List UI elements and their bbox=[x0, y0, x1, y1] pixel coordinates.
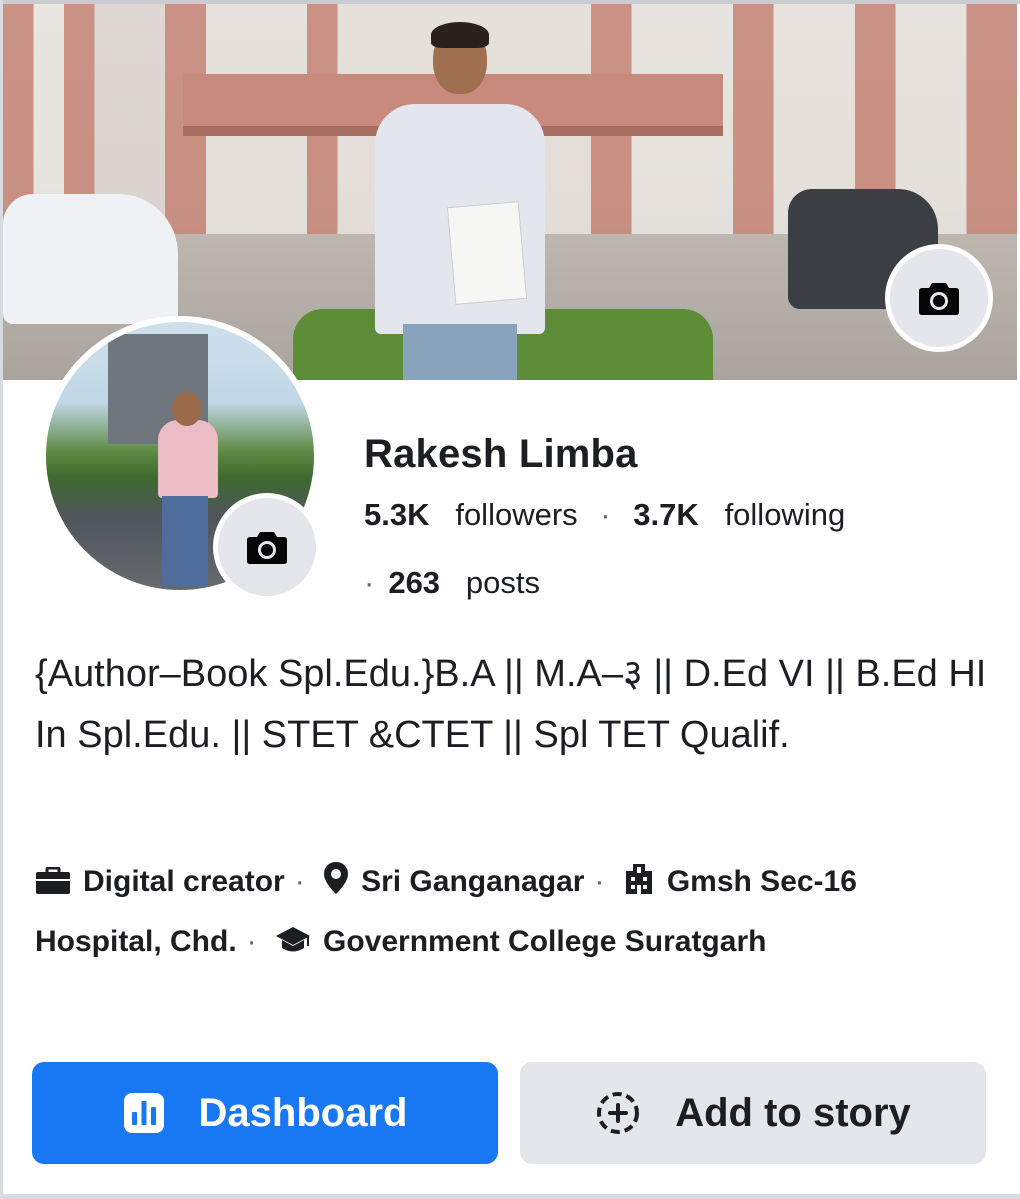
separator-dot: · bbox=[364, 565, 375, 600]
following-count[interactable]: 3.7K bbox=[633, 497, 698, 532]
posts-label[interactable]: posts bbox=[466, 565, 540, 600]
detail-location-text: Sri Ganganagar bbox=[361, 865, 585, 898]
bar-chart-icon bbox=[123, 1092, 165, 1134]
location-pin-icon bbox=[324, 862, 349, 894]
profile-bio: {Author–Book Spl.Edu.}B.A || M.A–३ || D.… bbox=[35, 653, 987, 756]
posts-count[interactable]: 263 bbox=[388, 565, 440, 600]
detail-education[interactable]: Government College Suratgarh bbox=[275, 925, 766, 958]
following-label[interactable]: following bbox=[725, 497, 846, 532]
briefcase-icon bbox=[36, 867, 70, 894]
followers-count[interactable]: 5.3K bbox=[364, 497, 429, 532]
posts-stat: · 263 posts bbox=[364, 565, 540, 601]
separator-dot: · bbox=[246, 925, 257, 958]
building-icon bbox=[625, 864, 652, 894]
graduation-cap-icon bbox=[276, 927, 311, 952]
add-story-icon bbox=[595, 1090, 641, 1136]
add-to-story-button[interactable]: Add to story bbox=[520, 1062, 986, 1164]
camera-icon bbox=[247, 532, 287, 564]
followers-label[interactable]: followers bbox=[455, 497, 577, 532]
detail-education-text: Government College Suratgarh bbox=[323, 925, 767, 958]
add-to-story-label: Add to story bbox=[675, 1090, 911, 1135]
cover-person bbox=[375, 22, 545, 380]
profile-details: Digital creator · Sri Ganganagar · Gmsh Se… bbox=[35, 852, 965, 972]
edit-profile-picture-camera-button[interactable] bbox=[213, 493, 321, 601]
dashboard-label: Dashboard bbox=[198, 1090, 408, 1135]
camera-icon bbox=[919, 283, 959, 315]
follow-stats: 5.3K followers · 3.7K following bbox=[364, 497, 845, 533]
cover-car-white bbox=[3, 194, 178, 324]
dashboard-button[interactable]: Dashboard bbox=[32, 1062, 498, 1164]
separator-dot: · bbox=[594, 865, 605, 898]
profile-name: Rakesh Limba bbox=[364, 432, 638, 476]
separator-dot: · bbox=[600, 497, 611, 532]
separator-dot: · bbox=[294, 865, 305, 898]
detail-category-text: Digital creator bbox=[83, 865, 285, 898]
edit-cover-camera-button[interactable] bbox=[885, 244, 993, 352]
detail-category[interactable]: Digital creator bbox=[35, 865, 285, 898]
detail-location[interactable]: Sri Ganganagar bbox=[323, 862, 585, 898]
bottom-border bbox=[0, 1194, 1020, 1199]
